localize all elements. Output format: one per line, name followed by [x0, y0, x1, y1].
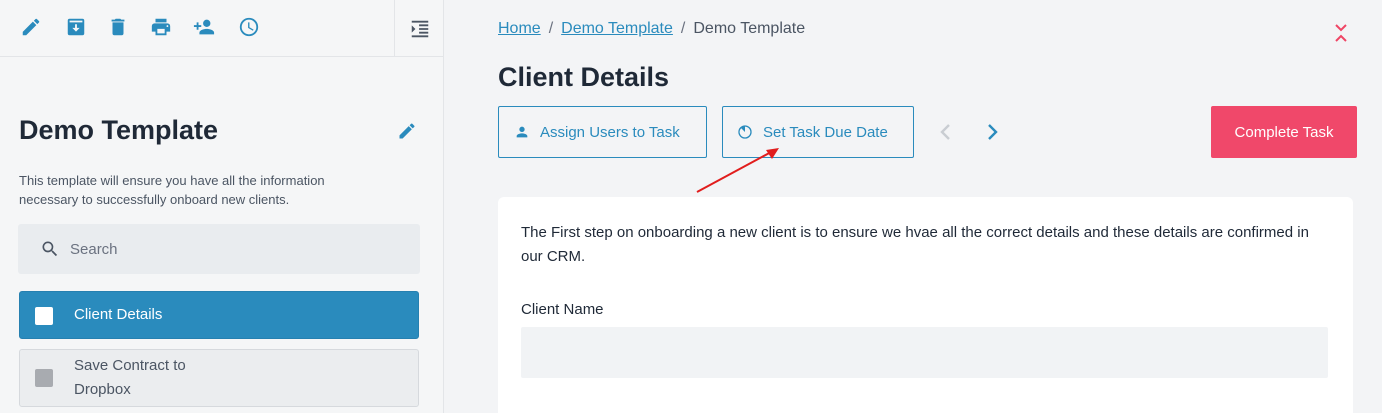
search-input[interactable] [70, 240, 390, 258]
delete-button[interactable] [105, 14, 131, 40]
breadcrumb-current: Demo Template [693, 20, 806, 37]
task-checkbox[interactable] [35, 307, 53, 325]
chevron-left-icon [940, 124, 950, 140]
sidebar-toolbar [0, 0, 444, 57]
breadcrumb: Home / Demo Template / Demo Template [498, 20, 805, 38]
task-item-client-details[interactable]: Client Details [19, 291, 419, 339]
task-content-card: The First step on onboarding a new clien… [498, 197, 1353, 413]
assign-users-button[interactable]: Assign Users to Task [498, 106, 707, 158]
sidebar: Demo Template This template will ensure … [0, 0, 444, 413]
client-name-label: Client Name [521, 301, 604, 318]
main-content: Home / Demo Template / Demo Template Cli… [445, 0, 1382, 413]
set-due-date-label: Set Task Due Date [763, 123, 888, 141]
client-name-input[interactable] [521, 327, 1328, 378]
assign-users-label: Assign Users to Task [540, 123, 680, 141]
add-user-icon [193, 19, 215, 35]
edit-button[interactable] [18, 14, 44, 40]
collapse-button[interactable] [1332, 22, 1350, 44]
pencil-icon [399, 123, 415, 139]
collapse-sidebar-button[interactable] [394, 0, 444, 57]
print-button[interactable] [148, 14, 174, 40]
template-description: This template will ensure you have all t… [19, 173, 325, 207]
task-label: Client Details [74, 306, 163, 323]
edit-template-button[interactable] [397, 121, 419, 143]
breadcrumb-separator: / [680, 20, 686, 37]
pencil-icon [22, 18, 40, 36]
trash-icon [111, 18, 125, 36]
template-title: Demo Template [19, 115, 219, 145]
breadcrumb-template[interactable]: Demo Template [561, 20, 673, 38]
breadcrumb-home[interactable]: Home [498, 20, 541, 38]
print-icon [151, 18, 171, 36]
task-instructions: The First step on onboarding a new clien… [521, 224, 1309, 265]
user-icon [516, 126, 528, 138]
search-icon [42, 241, 58, 257]
due-date-button[interactable] [236, 14, 262, 40]
archive-button[interactable] [63, 14, 89, 40]
next-task-button[interactable] [981, 120, 1005, 144]
page-title: Client Details [498, 62, 670, 92]
task-checkbox[interactable] [35, 369, 53, 387]
previous-task-button[interactable] [933, 120, 957, 144]
collapse-sidebar-icon [411, 20, 428, 37]
task-label: Save Contract to Dropbox [74, 357, 186, 398]
complete-task-button[interactable]: Complete Task [1211, 106, 1357, 158]
timer-icon [738, 125, 752, 139]
task-search [18, 224, 420, 274]
annotation-arrow [696, 148, 779, 193]
chevron-right-icon [988, 124, 998, 140]
task-item-save-contract[interactable]: Save Contract to Dropbox [19, 349, 419, 407]
add-user-button[interactable] [190, 14, 218, 40]
archive-icon [67, 18, 85, 36]
clock-icon [239, 17, 259, 37]
collapse-chevrons-icon [1335, 24, 1347, 42]
breadcrumb-separator: / [548, 20, 554, 37]
